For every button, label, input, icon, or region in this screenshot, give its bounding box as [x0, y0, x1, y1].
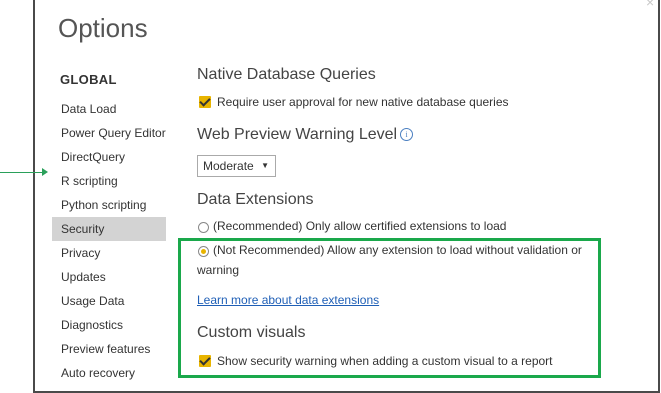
warning-level-value: Moderate: [203, 159, 254, 173]
recommended-radio[interactable]: [198, 222, 209, 233]
web-preview-warning-heading: Web Preview Warning Level i: [197, 126, 414, 144]
sidebar-item-auto-recovery[interactable]: Auto recovery: [52, 361, 166, 385]
sidebar-item-updates[interactable]: Updates: [52, 265, 166, 289]
pointer-arrow-line: [0, 172, 45, 173]
web-preview-warning-title: Web Preview Warning Level: [197, 126, 398, 143]
sidebar-item-data-load[interactable]: Data Load: [52, 97, 166, 121]
require-approval-checkbox[interactable]: [199, 96, 211, 108]
sidebar-item-security[interactable]: Security: [52, 217, 166, 241]
close-icon[interactable]: ×: [646, 0, 654, 10]
info-icon[interactable]: i: [400, 128, 414, 142]
sidebar-item-python-scripting[interactable]: Python scripting: [52, 193, 166, 217]
sidebar-item-r-scripting[interactable]: R scripting: [52, 169, 166, 193]
require-approval-label: Require user approval for new native dat…: [217, 95, 509, 109]
sidebar-item-power-query-editor[interactable]: Power Query Editor: [52, 121, 166, 145]
chevron-down-icon: ▼: [261, 161, 269, 170]
warning-level-dropdown[interactable]: Moderate ▼: [197, 155, 276, 177]
highlight-box: [178, 238, 601, 378]
sidebar-item-preview-features[interactable]: Preview features: [52, 337, 166, 361]
data-extensions-heading: Data Extensions: [197, 191, 314, 208]
sidebar-heading-global: GLOBAL: [60, 72, 117, 87]
dialog-title: Options: [58, 13, 148, 43]
sidebar-item-usage-data[interactable]: Usage Data: [52, 289, 166, 313]
sidebar-item-diagnostics[interactable]: Diagnostics: [52, 313, 166, 337]
pointer-arrow-icon: [42, 168, 48, 176]
sidebar-item-privacy[interactable]: Privacy: [52, 241, 166, 265]
sidebar-item-directquery[interactable]: DirectQuery: [52, 145, 166, 169]
native-db-queries-heading: Native Database Queries: [197, 66, 376, 83]
recommended-option-label: (Recommended) Only allow certified exten…: [213, 219, 507, 233]
